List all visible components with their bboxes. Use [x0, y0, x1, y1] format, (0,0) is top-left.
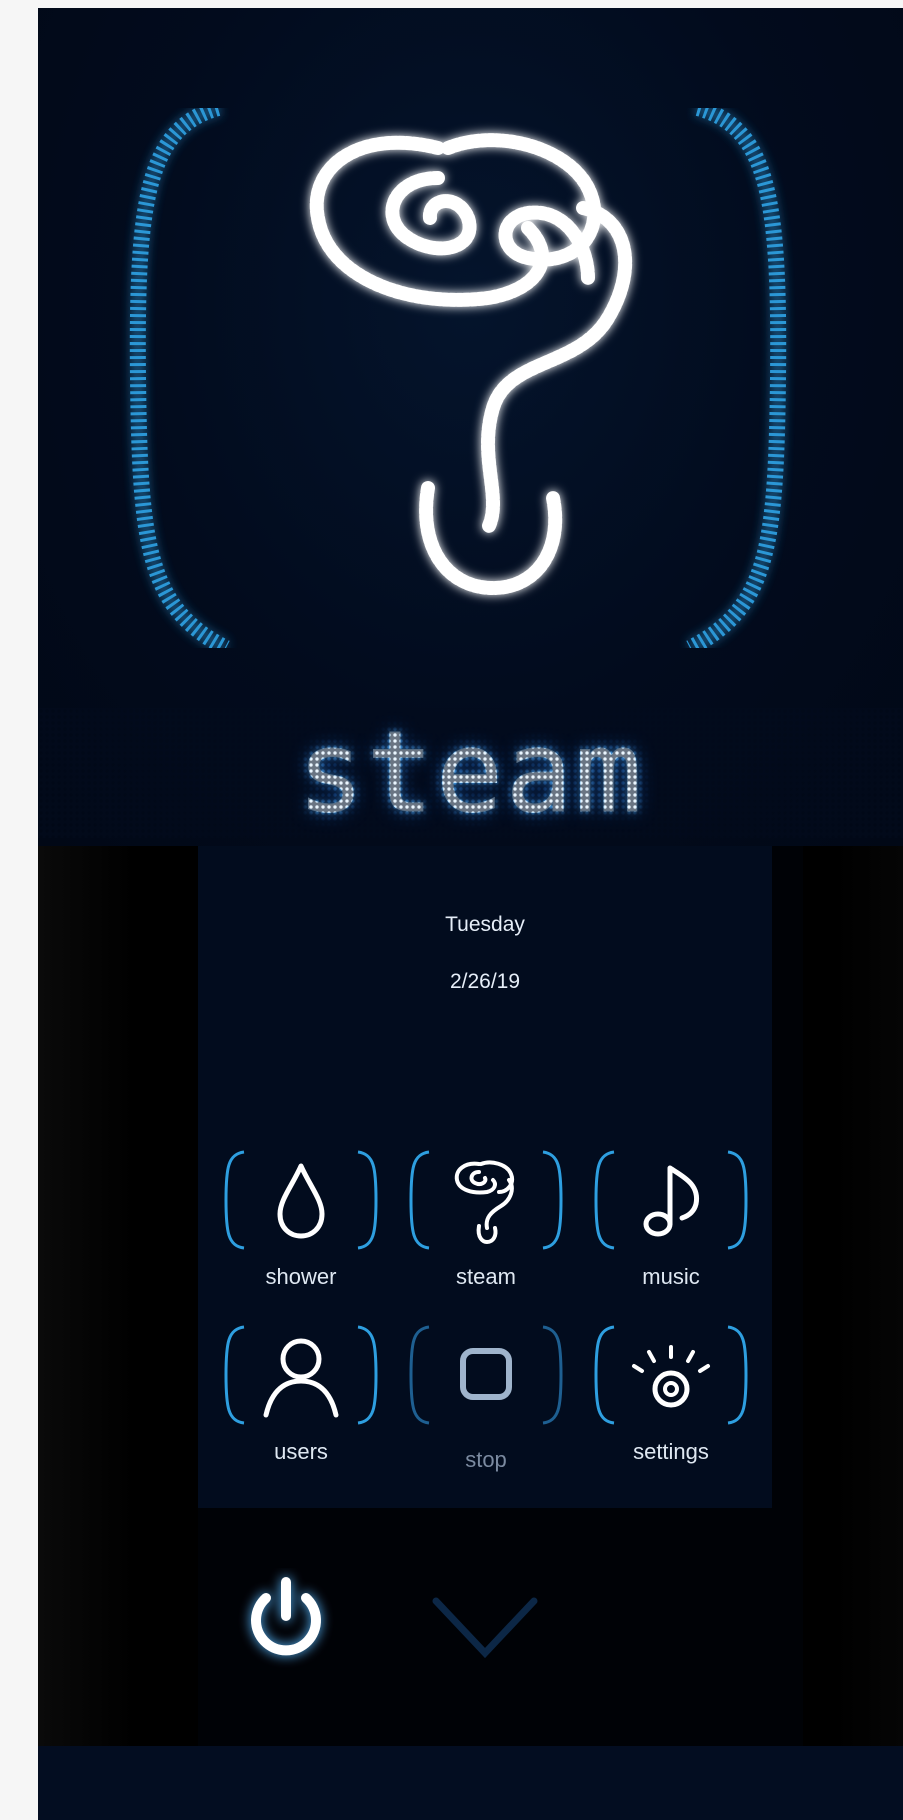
stop-button[interactable]: stop: [407, 1323, 565, 1472]
steam-icon: [129, 100, 787, 656]
tile-frame: [224, 1325, 378, 1425]
chevron-down-icon: [432, 1597, 538, 1659]
day-label: Tuesday: [445, 913, 525, 936]
tile-label: steam: [456, 1264, 516, 1289]
tile-frame: [409, 1150, 563, 1250]
tile-frame: [409, 1325, 563, 1425]
tile-label: music: [642, 1264, 700, 1289]
steam-icon: [454, 1160, 514, 1245]
settings-icon: [632, 1345, 710, 1408]
left-bracket: [129, 100, 230, 656]
tile-label: settings: [633, 1439, 709, 1464]
power-icon: [251, 1577, 321, 1656]
right-bracket: [686, 100, 787, 656]
water-drop-icon: [277, 1163, 325, 1239]
tile-frame: [224, 1150, 378, 1250]
music-button[interactable]: music: [592, 1148, 750, 1289]
tile-frame: [594, 1325, 748, 1425]
tile-label: users: [274, 1439, 328, 1464]
users-button[interactable]: users: [222, 1323, 380, 1464]
mode-label: steam: [296, 708, 645, 839]
tile-frame: [594, 1150, 748, 1250]
tile-label: stop: [465, 1447, 507, 1472]
stop-icon: [460, 1348, 512, 1400]
shower-button[interactable]: shower: [222, 1148, 380, 1289]
power-button[interactable]: [236, 1568, 336, 1668]
settings-button[interactable]: settings: [592, 1323, 750, 1464]
tile-label: shower: [265, 1264, 337, 1289]
music-note-icon: [643, 1165, 700, 1237]
steam-button[interactable]: steam: [407, 1148, 565, 1289]
expand-button[interactable]: [430, 1593, 540, 1663]
control-panel: steam Tuesday 2/26/19 shower steam music…: [38, 8, 903, 1820]
hero-steam-graphic: [108, 100, 903, 656]
user-icon: [263, 1338, 339, 1418]
date-label: 2/26/19: [449, 970, 521, 993]
